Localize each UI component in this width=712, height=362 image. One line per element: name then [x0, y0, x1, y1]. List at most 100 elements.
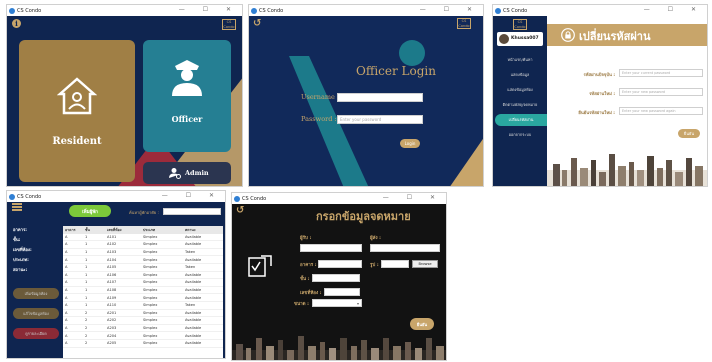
- filter-label: เลขที่ห้อง:: [13, 247, 32, 252]
- add-resident-button[interactable]: เพิ่มผู้พัก: [69, 205, 111, 217]
- side-action-button[interactable]: ดูรายละเอียด: [13, 328, 59, 339]
- table-row[interactable]: A 1 A103 Simplex Taken: [63, 249, 223, 257]
- table-cell: Simplex: [143, 303, 158, 308]
- table-cell: Available: [185, 242, 202, 247]
- table-cell: 1: [85, 250, 88, 255]
- side-action-button[interactable]: แก้ไขข้อมูลห้อง: [13, 308, 59, 319]
- username: Khussa007: [511, 36, 539, 41]
- column-header[interactable]: ชั้น: [83, 227, 105, 233]
- city-skyline-image: [232, 336, 446, 360]
- room-table: อาคาร ชั้น เลขที่ห้อง ประเภท สถานะ A 1 A101 Sim…: [63, 226, 223, 358]
- table-body: A 1 A101 Simplex Available A 1 A102 Simplex Avail…: [63, 234, 223, 348]
- table-cell: Taken: [185, 265, 196, 270]
- room-input[interactable]: [324, 288, 360, 296]
- size-select[interactable]: ▾: [312, 299, 362, 307]
- table-cell: Available: [185, 288, 202, 293]
- info-icon[interactable]: i: [12, 19, 21, 28]
- table-row[interactable]: A 1 A108 Simplex Available: [63, 287, 223, 295]
- table-cell: A: [65, 280, 68, 285]
- officer-card[interactable]: Officer: [143, 40, 231, 152]
- sender-input[interactable]: [370, 244, 440, 252]
- sidebar-item[interactable]: เปลี่ยนรหัสผ่าน: [495, 114, 547, 126]
- browse-button[interactable]: Browse: [412, 260, 438, 268]
- column-header[interactable]: สถานะ: [183, 227, 223, 233]
- table-cell: Simplex: [143, 326, 158, 331]
- window-controls[interactable]: — ☐ ✕: [162, 192, 222, 199]
- filter-panel: อาคาร: ชั้น: เลขที่ห้อง: ประเภท: สถานะ:: [13, 226, 57, 276]
- app-title: CS Condo: [242, 195, 267, 202]
- table-row[interactable]: A 2 A205 Simplex Available: [63, 340, 223, 348]
- table-cell: A: [65, 288, 68, 293]
- back-icon[interactable]: ↺: [236, 205, 244, 216]
- submit-button[interactable]: ยืนยัน: [678, 129, 700, 138]
- sidebar-item[interactable]: หน้าแรก/ค้นหา: [493, 54, 547, 66]
- table-cell: 2: [85, 333, 88, 338]
- submit-button[interactable]: ยืนยัน: [410, 318, 434, 330]
- menu-icon[interactable]: [12, 203, 22, 211]
- search-input[interactable]: [163, 208, 221, 215]
- sidebar-item[interactable]: ออกจากระบบ: [493, 129, 547, 141]
- table-cell: Simplex: [143, 333, 158, 338]
- window-mail-entry: CS Condo — ☐ ✕ ↺ กรอกข้อมูลจดหมาย ผู้รับ…: [231, 192, 447, 361]
- table-row[interactable]: A 2 A201 Simplex Available: [63, 310, 223, 318]
- sidebar-item[interactable]: ติดตามพัสดุ/จดหมาย: [493, 99, 547, 111]
- table-row[interactable]: A 1 A105 Simplex Taken: [63, 264, 223, 272]
- table-cell: A203: [107, 326, 117, 331]
- table-cell: Available: [185, 333, 202, 338]
- old-password-input[interactable]: Enter your current password: [619, 69, 703, 77]
- username-input[interactable]: [337, 93, 423, 102]
- login-button[interactable]: Login: [400, 139, 420, 148]
- app-icon: [9, 7, 15, 14]
- image-path-input[interactable]: [381, 260, 409, 268]
- column-header[interactable]: เลขที่ห้อง: [105, 227, 141, 233]
- password-input[interactable]: Enter your password: [337, 115, 423, 124]
- table-cell: A: [65, 341, 68, 346]
- table-cell: A107: [107, 280, 117, 285]
- table-row[interactable]: A 2 A203 Simplex Available: [63, 325, 223, 333]
- recipient-label: ผู้รับ :: [300, 236, 312, 241]
- table-cell: Simplex: [143, 295, 158, 300]
- titlebar: CS Condo — ☐ ✕: [7, 5, 242, 16]
- sidebar: CS Condo Khussa007 หน้าแรก/ค้นหา แสดงข้อม…: [493, 16, 547, 186]
- window-controls[interactable]: — ☐ ✕: [420, 6, 480, 13]
- sidebar-item[interactable]: แสดงข้อมูล: [493, 69, 547, 81]
- app-icon: [234, 195, 240, 202]
- column-header[interactable]: ประเภท: [141, 227, 183, 233]
- new-password-input[interactable]: Enter your new password: [619, 88, 703, 96]
- mail-entry-screen: ↺ กรอกข้อมูลจดหมาย ผู้รับ : อาคาร : ชั้น…: [232, 204, 446, 360]
- table-row[interactable]: A 1 A102 Simplex Available: [63, 241, 223, 249]
- home-icon: [57, 77, 97, 115]
- floor-input[interactable]: [312, 274, 360, 282]
- window-controls[interactable]: — ☐ ✕: [179, 6, 239, 13]
- column-header[interactable]: อาคาร: [63, 227, 83, 233]
- recipient-input[interactable]: [300, 244, 362, 252]
- titlebar: CS Condo — ☐ ✕: [232, 193, 446, 204]
- window-controls[interactable]: — ☐ ✕: [644, 6, 704, 13]
- titlebar: CS Condo — ☐ ✕: [7, 191, 225, 202]
- admin-button[interactable]: Admin: [143, 162, 231, 184]
- table-cell: 1: [85, 234, 88, 239]
- table-row[interactable]: A 1 A109 Simplex Available: [63, 294, 223, 302]
- sidebar-item[interactable]: แสดงข้อมูลห้อง: [493, 84, 547, 96]
- table-row[interactable]: A 1 A106 Simplex Available: [63, 272, 223, 280]
- table-row[interactable]: A 2 A202 Simplex Available: [63, 317, 223, 325]
- back-icon[interactable]: ↺: [253, 18, 261, 29]
- table-row[interactable]: A 1 A110 Simplex Taken: [63, 302, 223, 310]
- side-action-button[interactable]: เพิ่มข้อมูลห้อง: [13, 288, 59, 299]
- building-input[interactable]: [318, 260, 362, 268]
- table-cell: Simplex: [143, 288, 158, 293]
- table-row[interactable]: A 1 A101 Simplex Available: [63, 234, 223, 242]
- table-cell: 1: [85, 295, 88, 300]
- officer-login-screen: ↺ CS Condo Officer Login Username : Pass…: [249, 16, 483, 186]
- window-controls[interactable]: — ☐ ✕: [383, 194, 443, 201]
- table-cell: A: [65, 303, 68, 308]
- confirm-password-input[interactable]: Enter your new password again: [619, 107, 703, 115]
- table-row[interactable]: A 2 A204 Simplex Available: [63, 332, 223, 340]
- table-row[interactable]: A 1 A104 Simplex Available: [63, 256, 223, 264]
- table-cell: A: [65, 310, 68, 315]
- table-cell: A205: [107, 341, 117, 346]
- table-cell: 1: [85, 265, 88, 270]
- table-row[interactable]: A 1 A107 Simplex Available: [63, 279, 223, 287]
- resident-card[interactable]: Resident: [19, 40, 135, 182]
- table-cell: A101: [107, 234, 117, 239]
